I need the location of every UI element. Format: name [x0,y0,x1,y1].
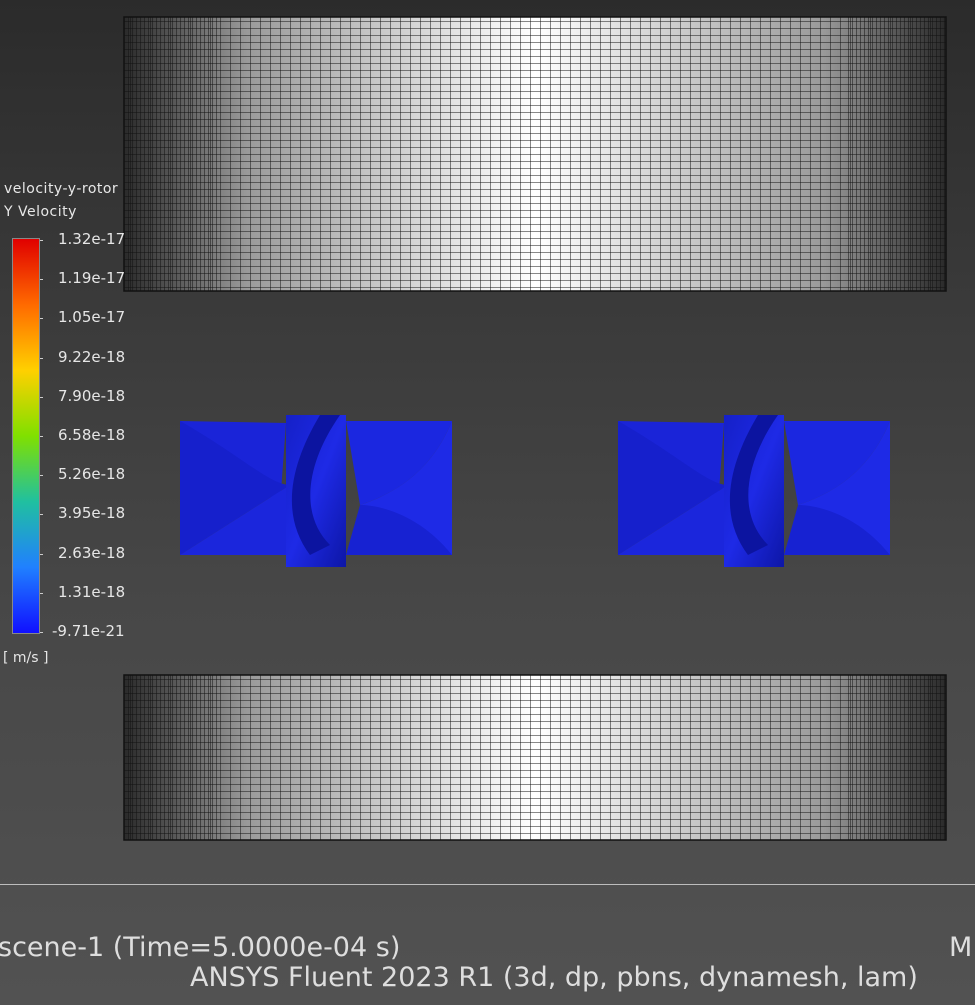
legend-tick-mark [40,396,43,398]
legend-colorbar [12,238,40,634]
legend-tick-mark [40,357,43,359]
graphics-viewport[interactable]: velocity-y-rotor Y Velocity 1.32e-17 1.19… [0,0,975,1005]
legend-tick-mark [40,240,43,241]
legend-tick-label: 1.19e-17 [58,269,126,288]
top-stator-mesh [123,16,947,292]
legend-tick-mark [40,632,43,633]
title-right-fragment: M [949,932,973,963]
legend-tick-mark [40,318,43,320]
solver-info: ANSYS Fluent 2023 R1 (3d, dp, pbns, dyna… [190,962,918,993]
scene-title: scene-1 (Time=5.0000e-04 s) [0,932,401,963]
legend-tick-label: 1.31e-18 [58,582,126,601]
legend-tick-mark [40,436,43,437]
legend-tick-mark [40,475,43,477]
legend-tick-label: 9.22e-18 [58,347,126,366]
rotor-left [180,415,452,567]
rotor-right [618,415,890,567]
legend-tick-label: 1.05e-17 [58,308,126,327]
legend-tick-label: 5.26e-18 [58,465,126,484]
legend-tick-label: -9.71e-21 [52,622,124,640]
mesh-scene [123,16,947,841]
legend-tick-mark [40,279,43,281]
legend-unit: [ m/s ] [3,650,49,666]
title-separator [0,884,975,885]
legend-tick-label: 7.90e-18 [58,386,126,405]
legend-tick-label: 3.95e-18 [58,504,126,523]
legend-tick-mark [40,592,43,594]
legend-tick-label: 6.58e-18 [58,426,126,444]
bottom-stator-mesh [123,674,947,841]
legend-title: velocity-y-rotor [4,181,119,197]
legend-tick-label: 2.63e-18 [58,543,126,562]
legend-tick-mark [40,514,43,516]
legend-tick-label: 1.32e-17 [58,230,126,248]
legend-tick-mark [40,553,43,555]
legend-subtitle: Y Velocity [4,204,77,220]
